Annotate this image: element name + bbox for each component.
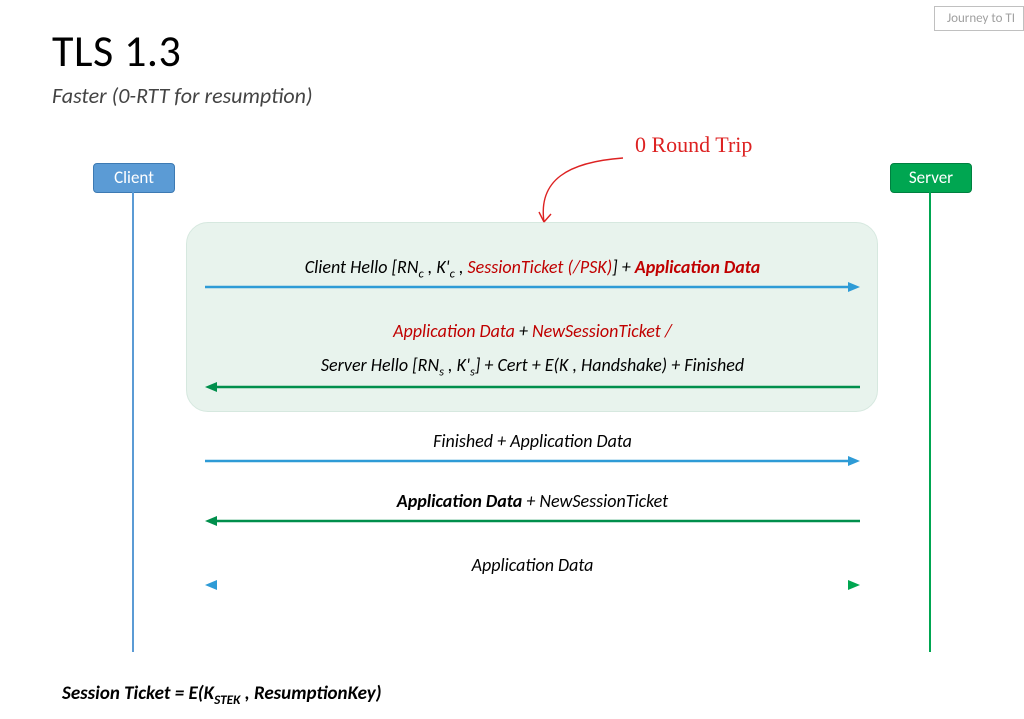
msg-finished: Finished + Application Data [205,430,860,452]
msg-appdata-both: Application Data [205,554,860,576]
zero-rtt-annotation: 0 Round Trip [635,132,752,158]
arrow-appdata-both [205,578,860,592]
header-tag: Journey to TI [934,6,1024,31]
slide: Journey to TI TLS 1.3 Faster (0-RTT for … [0,0,1024,719]
server-lifeline [929,192,931,652]
annotation-arrow [528,150,628,230]
msg-server-appdata: Application Data + NewSessionTicket / [205,320,860,342]
arrow-finished [205,454,860,468]
client-lifeline [132,192,134,652]
arrow-server-hello [205,380,860,394]
msg-appdata-newticket: Application Data + NewSessionTicket [205,490,860,512]
slide-subtitle: Faster (0-RTT for resumption) [52,82,313,109]
msg-server-hello: Server Hello [RNs , K's] + Cert + E(K , … [205,354,860,380]
client-label: Client [93,163,175,193]
msg-client-hello: Client Hello [RNc , K'c , SessionTicket … [205,256,860,282]
arrow-client-hello [205,280,860,294]
session-ticket-formula: Session Ticket = E(KSTEK , ResumptionKey… [62,682,382,708]
slide-title: TLS 1.3 [52,24,181,78]
server-label: Server [890,163,972,193]
arrow-appdata-newticket [205,514,860,528]
